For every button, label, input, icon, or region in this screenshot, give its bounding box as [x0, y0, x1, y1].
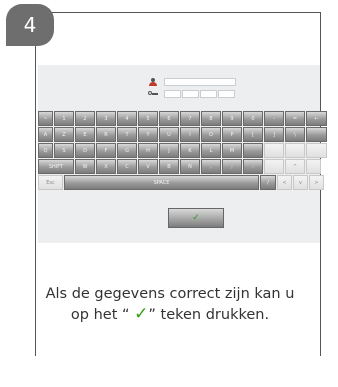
- keyboard-key[interactable]: ~: [38, 111, 53, 126]
- keyboard-key[interactable]: U: [159, 127, 179, 142]
- keyboard-key[interactable]: V: [138, 159, 158, 174]
- keyboard-key[interactable]: G: [117, 143, 137, 158]
- keyboard-key[interactable]: SPACE: [64, 175, 259, 190]
- pin-field-2[interactable]: [182, 90, 199, 98]
- keyboard-key[interactable]: 1: [54, 111, 74, 126]
- keyboard-key[interactable]: ;: [222, 159, 242, 174]
- keyboard-key[interactable]: 0: [243, 111, 263, 126]
- keyboard-key[interactable]: [264, 143, 284, 158]
- keyboard-key[interactable]: 7: [180, 111, 200, 126]
- keyboard-key[interactable]: Q: [38, 143, 53, 158]
- instruction-text: Als de gegevens correct zijn kan u op he…: [40, 284, 300, 325]
- keyboard-key[interactable]: 8: [201, 111, 221, 126]
- keyboard-key[interactable]: 9: [222, 111, 242, 126]
- keyboard-key[interactable]: =: [285, 111, 305, 126]
- keyboard-key[interactable]: B: [159, 159, 179, 174]
- keyboard-key[interactable]: 6: [159, 111, 179, 126]
- keyboard-key[interactable]: ←: [306, 111, 327, 126]
- keyboard-row: Esc SPACE / < v >: [38, 175, 324, 190]
- keyboard-key[interactable]: >: [309, 175, 324, 190]
- keyboard-key[interactable]: v: [293, 175, 308, 190]
- keyboard-key[interactable]: [306, 159, 321, 174]
- keyboard-key[interactable]: C: [117, 159, 137, 174]
- keyboard-key[interactable]: 3: [96, 111, 116, 126]
- username-row: [148, 78, 236, 86]
- keyboard-row: ~1 2 3 4 5 6 7 8 9 0- = ←: [38, 111, 327, 126]
- keyboard-key[interactable]: W: [75, 159, 95, 174]
- keyboard-key[interactable]: ,: [201, 159, 221, 174]
- checkmark-icon: ✓: [134, 304, 149, 324]
- keyboard-key[interactable]: Esc: [38, 175, 63, 190]
- keyboard-key[interactable]: ]: [264, 127, 284, 142]
- keyboard-key[interactable]: J: [159, 143, 179, 158]
- keyboard-key[interactable]: 5: [138, 111, 158, 126]
- keyboard-key[interactable]: D: [75, 143, 95, 158]
- pin-field-4[interactable]: [218, 90, 235, 98]
- pin-fields: [164, 90, 235, 98]
- keyboard-row: A Z E R T Y U I O P[] \: [38, 127, 327, 142]
- keyboard-key[interactable]: SHIFT: [38, 159, 74, 174]
- keyboard-key[interactable]: M: [222, 143, 242, 158]
- keyboard-key[interactable]: [306, 127, 327, 142]
- keyboard-key[interactable]: R: [96, 127, 116, 142]
- user-icon: [148, 78, 158, 86]
- keyboard-key[interactable]: ^: [285, 159, 305, 174]
- pin-row: [148, 90, 235, 98]
- keyboard-key[interactable]: 4: [117, 111, 137, 126]
- keyboard-key[interactable]: [243, 143, 263, 158]
- checkmark-icon: ✓: [192, 213, 200, 223]
- step-number: 4: [23, 13, 37, 37]
- username-input[interactable]: [164, 78, 236, 86]
- pin-field-1[interactable]: [164, 90, 181, 98]
- keyboard-key[interactable]: [285, 143, 305, 158]
- keyboard-key[interactable]: L: [201, 143, 221, 158]
- confirm-button[interactable]: ✓: [168, 208, 224, 228]
- keyboard-key[interactable]: [306, 143, 327, 158]
- keyboard-key[interactable]: E: [75, 127, 95, 142]
- keyboard-row: SHIFT W X C V B N,;: ^: [38, 159, 321, 174]
- keyboard-key[interactable]: K: [180, 143, 200, 158]
- key-icon: [148, 90, 158, 98]
- keyboard-key[interactable]: <: [277, 175, 292, 190]
- caption-text-after: ” teken drukken.: [148, 307, 270, 323]
- keyboard-key[interactable]: N: [180, 159, 200, 174]
- keyboard-key[interactable]: H: [138, 143, 158, 158]
- keyboard-key[interactable]: 2: [75, 111, 95, 126]
- keyboard-key[interactable]: Y: [138, 127, 158, 142]
- keyboard-key[interactable]: S: [54, 143, 74, 158]
- keyboard-key[interactable]: Z: [54, 127, 74, 142]
- pin-field-3[interactable]: [200, 90, 217, 98]
- keyboard-key[interactable]: O: [201, 127, 221, 142]
- keyboard-key[interactable]: [: [243, 127, 263, 142]
- keyboard-key[interactable]: X: [96, 159, 116, 174]
- keyboard-key[interactable]: A: [38, 127, 53, 142]
- keyboard-key[interactable]: [264, 159, 284, 174]
- keyboard-key[interactable]: T: [117, 127, 137, 142]
- keyboard-row: QSDFGHJKLM: [38, 143, 327, 158]
- keyboard-key[interactable]: F: [96, 143, 116, 158]
- keyboard-key[interactable]: P: [222, 127, 242, 142]
- login-screen: ~1 2 3 4 5 6 7 8 9 0- = ← A Z E R T Y U I O P[] \ Q S D F G H J K L M SHI…: [38, 65, 327, 243]
- keyboard-key[interactable]: -: [264, 111, 284, 126]
- keyboard-key[interactable]: \: [285, 127, 305, 142]
- keyboard-key[interactable]: I: [180, 127, 200, 142]
- step-badge: 4: [6, 4, 54, 46]
- keyboard-key[interactable]: /: [260, 175, 276, 190]
- keyboard-key[interactable]: :: [243, 159, 263, 174]
